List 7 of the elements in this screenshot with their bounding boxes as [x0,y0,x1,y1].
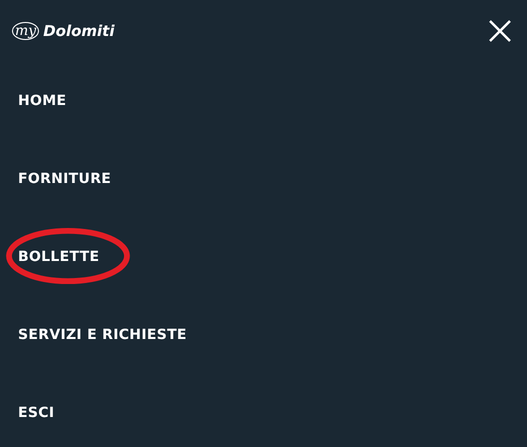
menu-item[interactable]: ESCI [18,404,54,422]
logo-script: my [12,22,40,40]
logo-text: Dolomiti [43,22,114,40]
menu-item[interactable]: SERVIZI E RICHIESTE [18,326,187,344]
close-icon[interactable] [489,20,511,42]
menu-item[interactable]: HOME [18,92,66,110]
menu-item[interactable]: FORNITURE [18,170,112,188]
